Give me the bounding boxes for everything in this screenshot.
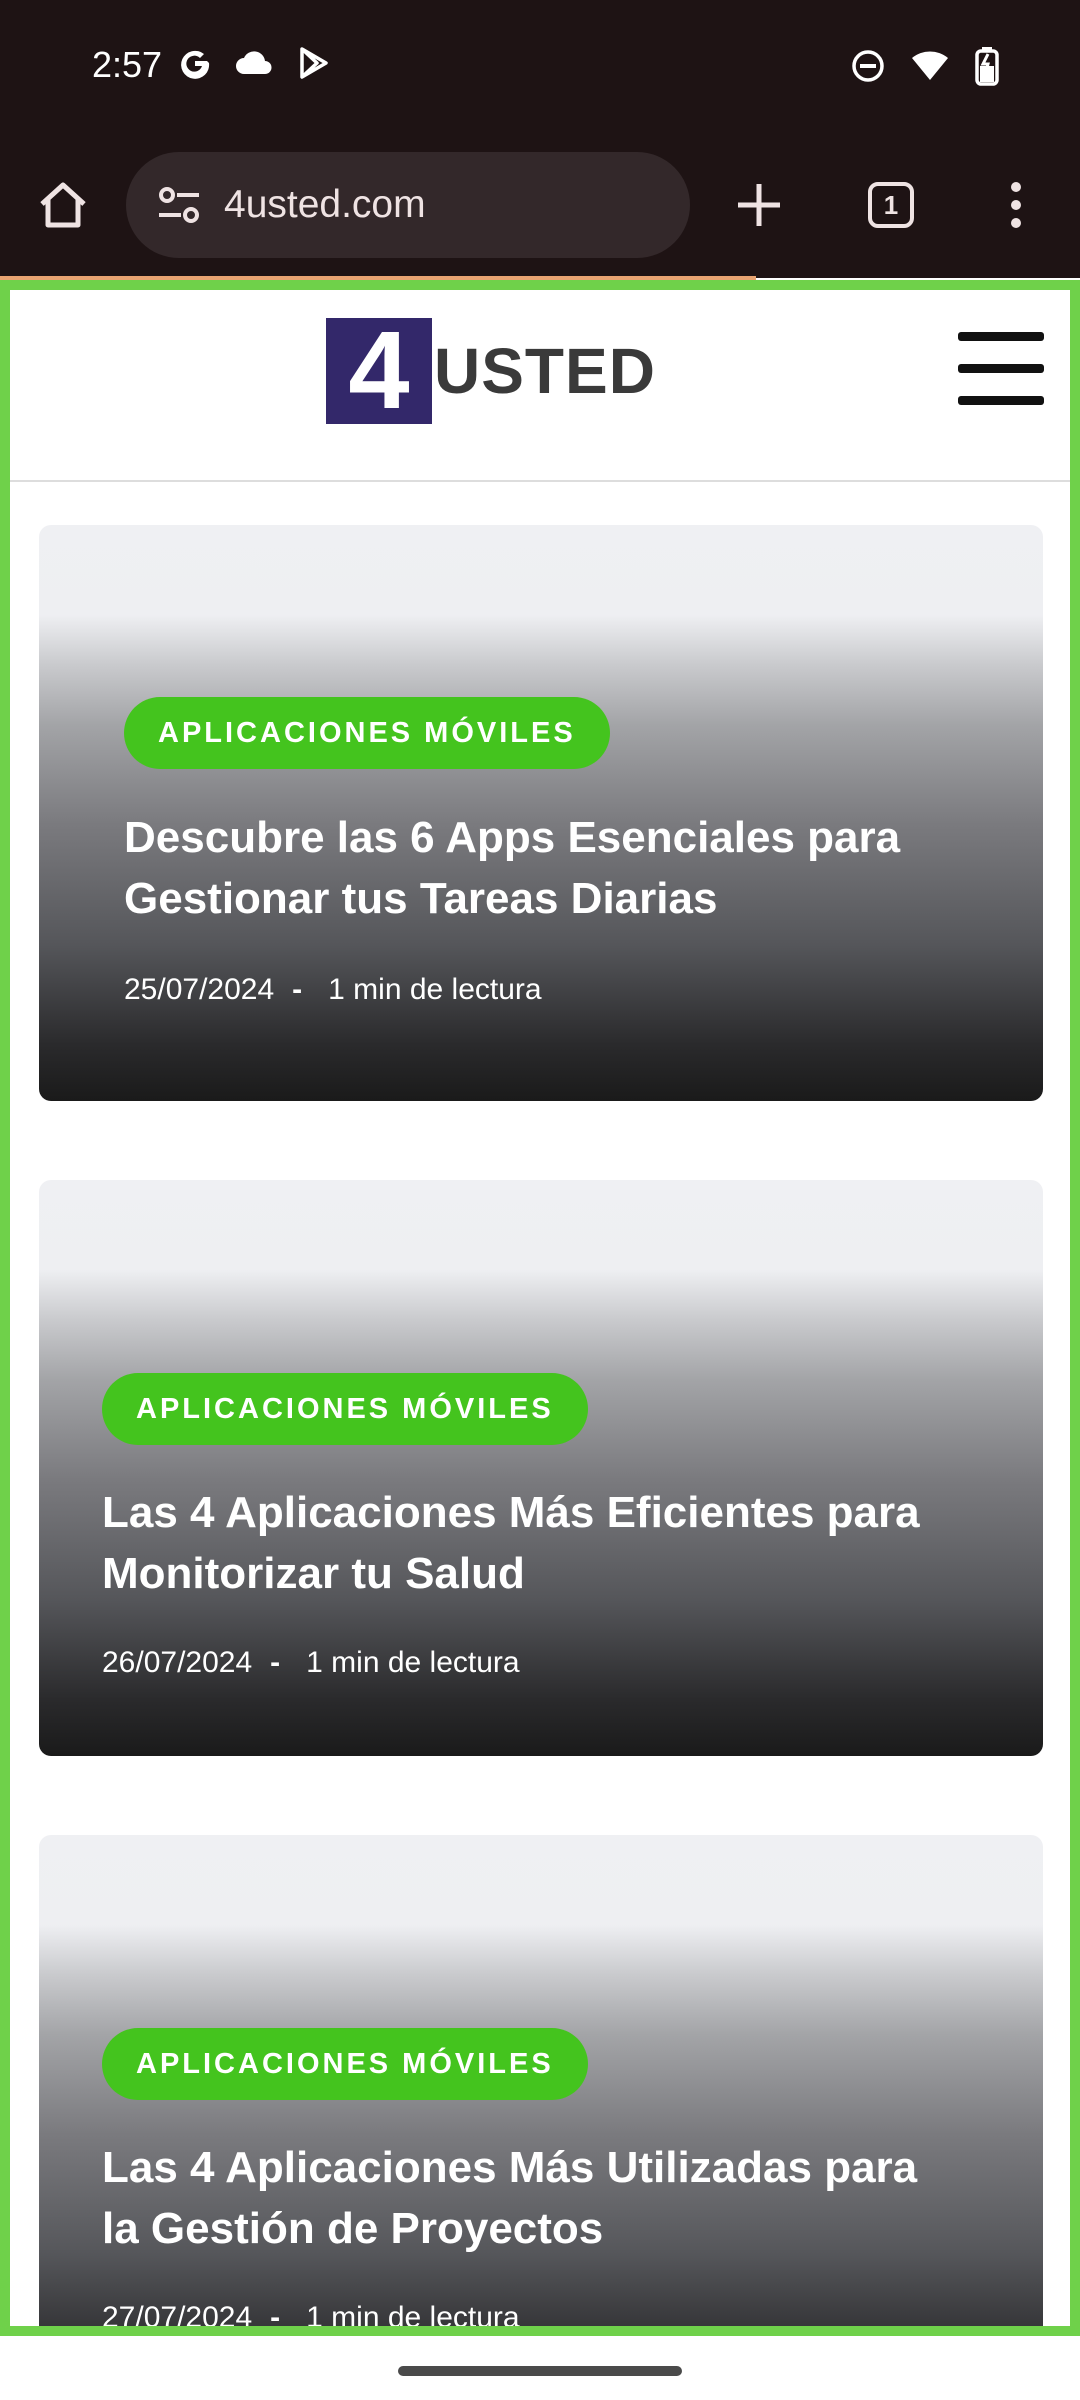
meta-separator: - xyxy=(292,973,303,1006)
status-bar: 2:57 xyxy=(0,0,1080,136)
dnd-icon xyxy=(850,48,886,84)
meta-separator: - xyxy=(270,2301,281,2334)
meta-separator: - xyxy=(270,1646,281,1679)
tab-count: 1 xyxy=(868,182,914,228)
gesture-handle[interactable] xyxy=(398,2366,682,2376)
article-date: 27/07/2024 xyxy=(102,2301,253,2334)
read-time: 1 min de lectura xyxy=(306,2301,520,2334)
article-title[interactable]: Descubre las 6 Apps Esenciales para Gest… xyxy=(124,807,984,929)
url-text[interactable]: 4usted.com xyxy=(224,183,426,227)
battery-icon xyxy=(974,46,1000,86)
site-settings-icon[interactable] xyxy=(146,172,212,238)
category-badge[interactable]: APLICACIONES MÓVILES xyxy=(124,697,610,769)
hamburger-menu-button[interactable] xyxy=(958,332,1044,406)
article-meta: 25/07/2024 - 1 min de lectura xyxy=(124,973,542,1007)
article-meta: 27/07/2024 - 1 min de lectura xyxy=(102,2301,520,2335)
logo-text: USTED xyxy=(434,335,656,407)
hamburger-line xyxy=(958,364,1044,373)
more-vert-icon xyxy=(1011,182,1021,228)
status-time: 2:57 xyxy=(92,44,163,85)
category-badge[interactable]: APLICACIONES MÓVILES xyxy=(102,1373,588,1445)
overflow-menu-button[interactable] xyxy=(990,172,1042,238)
play-store-icon xyxy=(296,46,330,80)
home-icon xyxy=(40,182,86,228)
site-logo[interactable]: 4 USTED xyxy=(326,316,656,426)
article-meta: 26/07/2024 - 1 min de lectura xyxy=(102,1646,520,1680)
article-title[interactable]: Las 4 Aplicaciones Más Utilizadas para l… xyxy=(102,2137,962,2259)
status-right-icons xyxy=(850,46,1000,86)
article-date: 25/07/2024 xyxy=(124,973,275,1006)
site-header: 4 USTED xyxy=(0,280,1080,482)
article-card[interactable]: APLICACIONES MÓVILES Las 4 Aplicaciones … xyxy=(39,1835,1043,2336)
hamburger-line xyxy=(958,396,1044,405)
read-time: 1 min de lectura xyxy=(306,1646,520,1679)
cloud-icon xyxy=(234,48,274,78)
browser-toolbar: 4usted.com 1 xyxy=(0,136,1080,278)
article-card[interactable]: APLICACIONES MÓVILES Descubre las 6 Apps… xyxy=(39,525,1043,1101)
category-badge[interactable]: APLICACIONES MÓVILES xyxy=(102,2028,588,2100)
tab-switcher-button[interactable]: 1 xyxy=(862,176,920,234)
logo-mark: 4 xyxy=(326,316,432,426)
hamburger-line xyxy=(958,332,1044,341)
home-button[interactable] xyxy=(32,174,94,236)
navigation-gesture-area xyxy=(0,2336,1080,2400)
article-date: 26/07/2024 xyxy=(102,1646,253,1679)
web-viewport: 4 USTED APLICACIONES MÓVILES Descubre la… xyxy=(0,280,1080,2336)
plus-icon xyxy=(738,184,780,226)
read-time: 1 min de lectura xyxy=(328,973,542,1006)
google-icon xyxy=(178,46,212,80)
status-left-icons xyxy=(178,46,330,80)
wifi-icon xyxy=(910,50,950,82)
article-card[interactable]: APLICACIONES MÓVILES Las 4 Aplicaciones … xyxy=(39,1180,1043,1756)
address-bar[interactable]: 4usted.com xyxy=(126,152,690,258)
new-tab-button[interactable] xyxy=(728,174,790,236)
article-title[interactable]: Las 4 Aplicaciones Más Eficientes para M… xyxy=(102,1482,962,1604)
